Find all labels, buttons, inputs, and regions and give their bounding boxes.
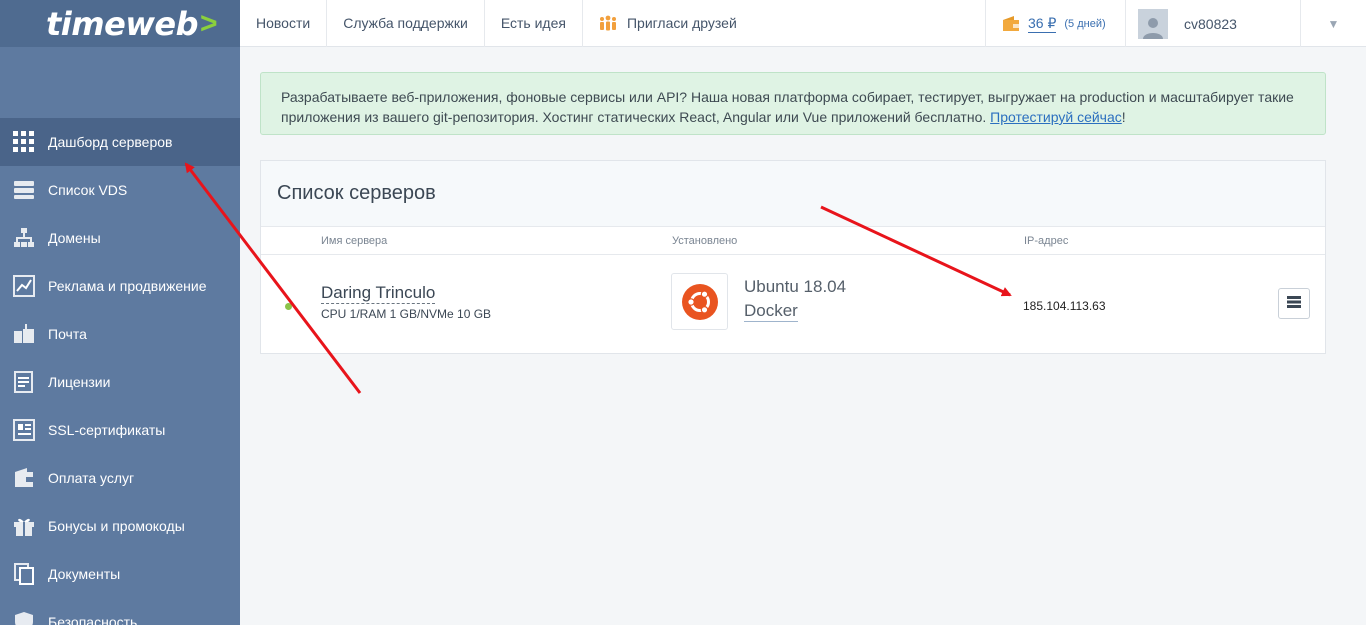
sidebar-item-label: Лицензии <box>48 374 111 390</box>
os-name: Ubuntu 18.04 <box>744 277 847 296</box>
top-link-invite[interactable]: Пригласи друзей <box>583 0 753 47</box>
sidebar-item-label: Реклама и продвижение <box>48 278 207 294</box>
sidebar-item-security[interactable]: Безопасность <box>0 598 240 625</box>
top-bar: Новости Служба поддержки Есть идея Пригл… <box>240 0 1366 47</box>
sidebar-item-label: Дашборд серверов <box>48 134 173 150</box>
notice-link[interactable]: Протестируй сейчас <box>990 109 1122 125</box>
sidebar-item-label: SSL-сертификаты <box>48 422 166 438</box>
sidebar-item-domains[interactable]: Домены <box>0 214 240 262</box>
top-link-idea[interactable]: Есть идея <box>485 0 583 47</box>
sidebar-item-label: Список VDS <box>48 182 128 198</box>
top-link-invite-label: Пригласи друзей <box>626 15 737 31</box>
ubuntu-logo-icon <box>671 273 728 330</box>
balance-days: (5 дней) <box>1064 17 1106 30</box>
document-icon <box>12 370 36 394</box>
panel-title: Список серверов <box>261 161 1325 227</box>
sitemap-icon <box>12 226 36 250</box>
ip-address: 185.104.113.63 <box>1023 299 1106 313</box>
balance[interactable]: 36 ₽ (5 дней) <box>985 0 1126 47</box>
server-name-link[interactable]: Daring Trinculo <box>321 283 436 304</box>
logo-arrow: > <box>199 6 218 40</box>
mailbox-icon <box>12 322 36 346</box>
sidebar-item-payment[interactable]: Оплата услуг <box>0 454 240 502</box>
os-app-link[interactable]: Docker <box>744 301 798 322</box>
gift-icon <box>12 514 36 538</box>
sidebar-item-label: Бонусы и промокоды <box>48 518 185 534</box>
chevron-down-icon[interactable]: ▼ <box>1300 0 1366 47</box>
sidebar-nav: Дашборд серверов Список VDS Домены Рекла… <box>0 118 240 625</box>
username: cv80823 <box>1184 15 1237 32</box>
sidebar-item-label: Документы <box>48 566 121 582</box>
promo-notice: Разрабатываете веб-приложения, фоновые с… <box>260 72 1326 135</box>
balance-amount[interactable]: 36 ₽ <box>1028 15 1057 33</box>
grid-icon <box>12 130 36 154</box>
row-menu-button[interactable] <box>1278 288 1310 319</box>
top-link-support[interactable]: Служба поддержки <box>327 0 485 47</box>
documents-icon <box>12 562 36 586</box>
sidebar-item-label: Оплата услуг <box>48 470 135 486</box>
sidebar-item-label: Безопасность <box>48 614 138 625</box>
logo[interactable]: timeweb <box>46 5 198 43</box>
logo-bar: timeweb > <box>0 0 240 47</box>
table-row[interactable]: Daring Trinculo CPU 1/RAM 1 GB/NVMe 10 G… <box>261 255 1325 353</box>
status-indicator <box>285 303 292 310</box>
avatar <box>1138 8 1168 39</box>
sidebar: timeweb > Дашборд серверов Список VDS До… <box>0 0 240 625</box>
column-header-ip: IP-адрес <box>1024 235 1069 247</box>
notice-suffix: ! <box>1121 109 1126 125</box>
sidebar-item-vds[interactable]: Список VDS <box>0 166 240 214</box>
top-link-news[interactable]: Новости <box>240 0 328 47</box>
table-header: Имя сервера Установлено IP-адрес <box>261 227 1325 255</box>
column-header-installed: Установлено <box>672 235 738 247</box>
wallet-icon <box>12 466 36 490</box>
shield-icon <box>12 610 36 625</box>
sidebar-item-ads[interactable]: Реклама и продвижение <box>0 262 240 310</box>
sidebar-item-documents[interactable]: Документы <box>0 550 240 598</box>
sidebar-item-mail[interactable]: Почта <box>0 310 240 358</box>
server-list-panel: Список серверов Имя сервера Установлено … <box>260 160 1326 354</box>
sidebar-item-licenses[interactable]: Лицензии <box>0 358 240 406</box>
server-icon <box>12 178 36 202</box>
hamburger-icon <box>1287 296 1301 311</box>
sidebar-item-label: Домены <box>48 230 101 246</box>
user-menu[interactable]: cv80823 <box>1138 0 1313 47</box>
wallet-icon <box>1002 15 1020 32</box>
sidebar-item-dashboard[interactable]: Дашборд серверов <box>0 118 240 166</box>
server-spec: CPU 1/RAM 1 GB/NVMe 10 GB <box>321 307 492 321</box>
chart-icon <box>12 274 36 298</box>
sidebar-item-bonuses[interactable]: Бонусы и промокоды <box>0 502 240 550</box>
certificate-icon <box>12 418 36 442</box>
notice-text: Разрабатываете веб-приложения, фоновые с… <box>281 89 1294 125</box>
sidebar-item-ssl[interactable]: SSL-сертификаты <box>0 406 240 454</box>
sidebar-item-label: Почта <box>48 326 87 342</box>
people-icon <box>599 15 617 31</box>
column-header-name: Имя сервера <box>321 235 388 247</box>
